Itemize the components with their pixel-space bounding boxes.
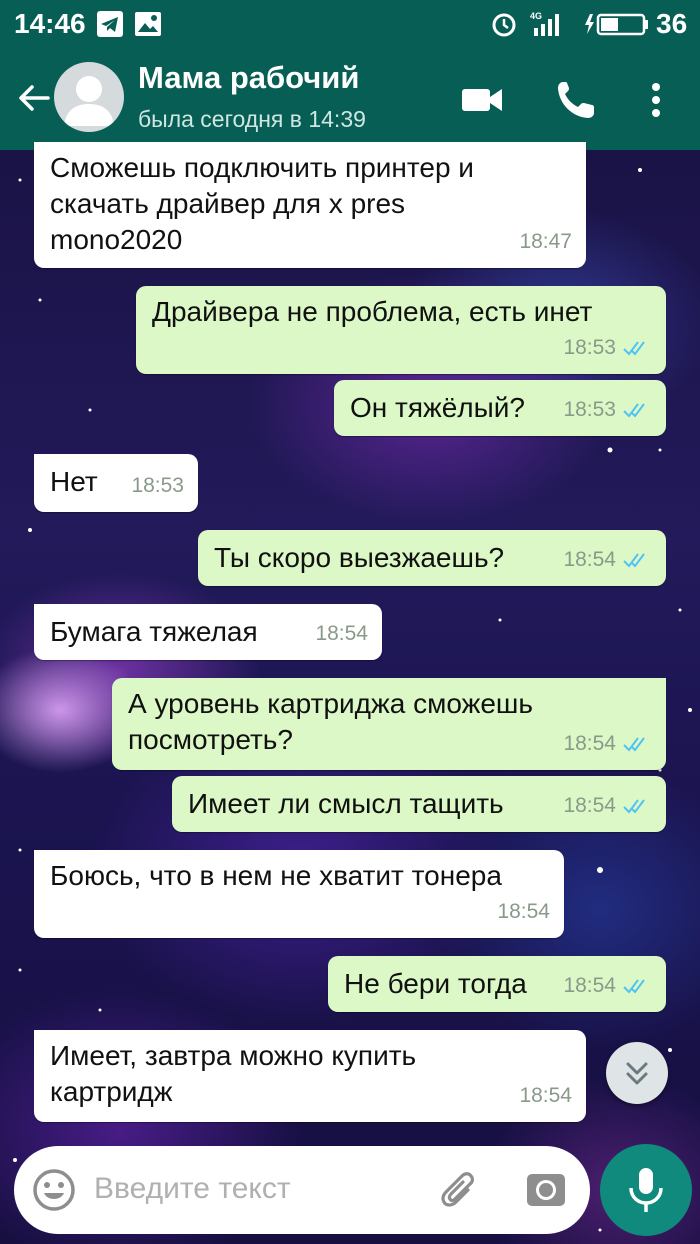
message-incoming[interactable]: Нет 18:53 (34, 454, 198, 512)
message-time: 18:53 (131, 474, 184, 497)
read-ticks-icon (623, 799, 645, 814)
image-icon (135, 12, 161, 36)
read-ticks-icon (623, 737, 645, 752)
last-seen-status: была сегодня в 14:39 (138, 106, 366, 132)
message-text: Имеет ли смысл тащить (188, 788, 504, 819)
message-meta: 18:54 (563, 968, 652, 1004)
video-call-icon[interactable] (460, 78, 504, 122)
message-text: А уровень картриджа сможешь посмотреть? (128, 688, 533, 755)
alarm-icon (492, 13, 516, 37)
message-meta: 18:53 (563, 330, 652, 366)
message-text: Ты скоро выезжаешь? (214, 542, 505, 573)
status-time: 14:46 (14, 8, 86, 39)
message-time: 18:53 (563, 336, 616, 359)
voice-record-button[interactable] (600, 1144, 692, 1236)
message-time: 18:54 (563, 974, 616, 997)
message-text: Он тяжёлый? (350, 392, 525, 423)
message-time: 18:53 (563, 398, 616, 421)
mic-icon (629, 1168, 663, 1212)
message-outgoing[interactable]: Имеет ли смысл тащить 18:54 (172, 776, 666, 832)
message-text: Имеет, завтра можно купить картридж (50, 1040, 417, 1107)
read-ticks-icon (623, 403, 645, 418)
message-incoming[interactable]: Боюсь, что в нем не хватит тонера 18:54 (34, 850, 564, 938)
avatar[interactable] (54, 62, 124, 132)
telegram-icon (97, 11, 123, 37)
message-time: 18:54 (563, 794, 616, 817)
message-input-bar[interactable]: Введите текст (14, 1146, 590, 1234)
message-outgoing[interactable]: А уровень картриджа сможешь посмотреть? … (112, 678, 666, 770)
message-time: 18:54 (497, 900, 550, 923)
message-time: 18:47 (519, 230, 572, 253)
default-avatar-icon (64, 76, 114, 126)
message-meta: 18:54 (563, 542, 652, 578)
message-meta: 18:54 (563, 788, 652, 824)
message-time: 18:54 (519, 1084, 572, 1107)
read-ticks-icon (623, 341, 645, 356)
phone-icon[interactable] (554, 78, 598, 122)
message-meta: 18:54 (519, 1078, 572, 1114)
battery-icon (585, 13, 648, 36)
more-vert-icon[interactable] (636, 78, 676, 122)
message-meta: 18:53 (563, 392, 652, 428)
scroll-down-icon (626, 1062, 648, 1085)
attach-icon[interactable] (438, 1168, 482, 1212)
message-text: Сможешь подключить принтер и скачать дра… (50, 152, 474, 255)
camera-icon[interactable] (524, 1168, 568, 1212)
message-outgoing[interactable]: Драйвера не проблема, есть инет 18:53 (136, 286, 666, 374)
svg-text:4G: 4G (530, 11, 542, 21)
message-meta: 18:54 (497, 894, 550, 930)
message-meta: 18:54 (563, 726, 652, 762)
status-bar: 14:46 4G 36 (0, 0, 700, 48)
back-arrow-icon[interactable] (14, 78, 54, 118)
message-text: Боюсь, что в нем не хватит тонера (50, 860, 502, 891)
message-text: Нет (50, 466, 98, 497)
message-time: 18:54 (315, 622, 368, 645)
message-outgoing[interactable]: Он тяжёлый? 18:53 (334, 380, 666, 436)
message-meta: 18:54 (315, 616, 368, 652)
message-outgoing[interactable]: Ты скоро выезжаешь? 18:54 (198, 530, 666, 586)
contact-name[interactable]: Мама рабочий (138, 60, 359, 96)
signal-icon: 4G (530, 11, 559, 36)
message-incoming[interactable]: Сможешь подключить принтер и скачать дра… (34, 142, 586, 268)
message-outgoing[interactable]: Не бери тогда 18:54 (328, 956, 666, 1012)
message-text: Не бери тогда (344, 968, 527, 999)
battery-percent: 36 (656, 8, 688, 39)
read-ticks-icon (623, 553, 645, 568)
message-incoming[interactable]: Имеет, завтра можно купить картридж 18:5… (34, 1030, 586, 1122)
message-text: Бумага тяжелая (50, 616, 258, 647)
emoji-icon[interactable] (32, 1168, 76, 1212)
message-input[interactable]: Введите текст (94, 1172, 291, 1206)
read-ticks-icon (623, 979, 645, 994)
message-incoming[interactable]: Бумага тяжелая 18:54 (34, 604, 382, 660)
message-meta: 18:53 (131, 468, 184, 504)
scroll-down-button[interactable] (606, 1042, 668, 1104)
message-time: 18:54 (563, 732, 616, 755)
chat-header: Мама рабочий была сегодня в 14:39 (0, 48, 700, 150)
message-time: 18:54 (563, 548, 616, 571)
message-text: Драйвера не проблема, есть инет (152, 296, 593, 327)
message-meta: 18:47 (519, 224, 572, 260)
